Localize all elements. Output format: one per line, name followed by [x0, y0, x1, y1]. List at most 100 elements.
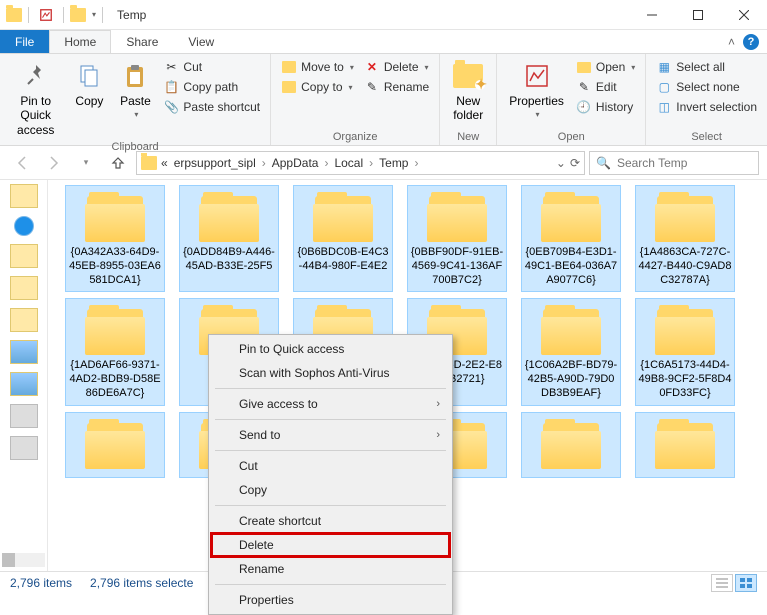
maximize-button[interactable]: [675, 0, 721, 30]
nav-back-button[interactable]: [8, 149, 36, 177]
sidebar-thumb[interactable]: [10, 244, 38, 268]
copy-to-button[interactable]: Copy to▾: [279, 78, 356, 96]
tab-file[interactable]: File: [0, 30, 49, 53]
ctx-cut[interactable]: Cut: [211, 454, 450, 478]
ribbon-group-select: ▦Select all ▢Select none ◫Invert selecti…: [646, 54, 767, 145]
properties-button[interactable]: Properties ▾: [505, 58, 568, 122]
refresh-icon[interactable]: ⟳: [570, 156, 580, 170]
sidebar-thumb[interactable]: [10, 404, 38, 428]
sidebar-thumb[interactable]: [10, 308, 38, 332]
view-icons-button[interactable]: [735, 574, 757, 592]
ribbon-group-open: Properties ▾ Open▾ ✎Edit 🕘History Open: [497, 54, 646, 145]
folder-item[interactable]: {1AD6AF66-9371-4AD2-BDB9-D58E86DE6A7C}: [66, 299, 164, 404]
search-box[interactable]: 🔍: [589, 151, 759, 175]
nav-recent-button[interactable]: ▾: [72, 149, 100, 177]
folder-item[interactable]: {0EB709B4-E3D1-49C1-BE64-036A7A9077C6}: [522, 186, 620, 291]
paste-button[interactable]: Paste ▾: [115, 58, 155, 122]
history-button[interactable]: 🕘History: [574, 98, 637, 116]
tab-share[interactable]: Share: [111, 30, 173, 53]
folder-item[interactable]: {0BBF90DF-91EB-4569-9C41-136AF700B7C2}: [408, 186, 506, 291]
breadcrumb-item[interactable]: Temp: [377, 156, 410, 170]
ribbon-collapse-icon[interactable]: ˄: [728, 35, 735, 49]
folder-item[interactable]: {1C06A2BF-BD79-42B5-A90D-79D0DB3B9EAF}: [522, 299, 620, 404]
ctx-copy[interactable]: Copy: [211, 478, 450, 502]
sidebar-thumb[interactable]: [10, 436, 38, 460]
breadcrumb-prefix[interactable]: «: [159, 156, 170, 170]
folder-icon: [83, 190, 147, 242]
ctx-give-access-to[interactable]: Give access to›: [211, 392, 450, 416]
minimize-button[interactable]: [629, 0, 675, 30]
folder-item[interactable]: {0ADD84B9-A446-45AD-B33E-25F5: [180, 186, 278, 291]
sidebar-thumb[interactable]: [10, 340, 38, 364]
folder-label: {1A4863CA-727C-4427-B440-C9AD8C32787A}: [638, 246, 732, 287]
nav-up-button[interactable]: [104, 149, 132, 177]
nav-sidebar[interactable]: [0, 180, 48, 571]
move-to-icon: [281, 59, 297, 75]
group-label: New: [448, 129, 488, 145]
rename-icon: ✎: [364, 79, 380, 95]
select-none-button[interactable]: ▢Select none: [654, 78, 759, 96]
chevron-right-icon[interactable]: ›: [367, 156, 375, 170]
folder-item[interactable]: {1A4863CA-727C-4427-B440-C9AD8C32787A}: [636, 186, 734, 291]
ctx-send-to[interactable]: Send to›: [211, 423, 450, 447]
ctx-scan-antivirus[interactable]: Scan with Sophos Anti-Virus: [211, 361, 450, 385]
folder-item[interactable]: {0B6BDC0B-E4C3-44B4-980F-E4E2: [294, 186, 392, 291]
pin-to-quick-access-button[interactable]: Pin to Quick access: [8, 58, 63, 139]
chevron-right-icon[interactable]: ›: [260, 156, 268, 170]
edit-button[interactable]: ✎Edit: [574, 78, 637, 96]
qat-newfolder-icon[interactable]: [70, 8, 86, 22]
group-label: Open: [505, 129, 637, 145]
copy-button[interactable]: Copy: [69, 58, 109, 110]
copy-path-button[interactable]: 📋Copy path: [161, 78, 262, 96]
nav-forward-button[interactable]: [40, 149, 68, 177]
folder-item[interactable]: [522, 413, 620, 477]
sidebar-scrollbar[interactable]: [2, 553, 45, 567]
history-icon: 🕘: [576, 99, 592, 115]
ctx-separator: [215, 388, 446, 389]
delete-button[interactable]: ✕Delete▾: [362, 58, 431, 76]
path-dropdown-icon[interactable]: ⌄: [556, 156, 566, 170]
breadcrumb-item[interactable]: Local: [332, 156, 365, 170]
invert-selection-button[interactable]: ◫Invert selection: [654, 98, 759, 116]
view-details-button[interactable]: [711, 574, 733, 592]
ctx-separator: [215, 419, 446, 420]
select-all-button[interactable]: ▦Select all: [654, 58, 759, 76]
ctx-create-shortcut[interactable]: Create shortcut: [211, 509, 450, 533]
tab-home[interactable]: Home: [49, 30, 111, 53]
folder-label: {0BBF90DF-91EB-4569-9C41-136AF700B7C2}: [410, 246, 504, 287]
chevron-right-icon[interactable]: ›: [322, 156, 330, 170]
sidebar-thumb[interactable]: [10, 276, 38, 300]
group-label: Select: [654, 129, 759, 145]
search-input[interactable]: [617, 156, 752, 170]
folder-item[interactable]: {1C6A5173-44D4-49B8-9CF2-5F8D40FD33FC}: [636, 299, 734, 404]
ctx-pin-to-quick-access[interactable]: Pin to Quick access: [211, 337, 450, 361]
ctx-rename[interactable]: Rename: [211, 557, 450, 581]
folder-item[interactable]: {0A342A33-64D9-45EB-8955-03EA6581DCA1}: [66, 186, 164, 291]
breadcrumb-bar[interactable]: « erpsupport_sipl › AppData › Local › Te…: [136, 151, 585, 175]
cut-button[interactable]: ✂Cut: [161, 58, 262, 76]
folder-item[interactable]: [66, 413, 164, 477]
invert-icon: ◫: [656, 99, 672, 115]
sidebar-thumb[interactable]: [10, 372, 38, 396]
open-button[interactable]: Open▾: [574, 58, 637, 76]
breadcrumb-item[interactable]: erpsupport_sipl: [172, 156, 258, 170]
chevron-right-icon[interactable]: ›: [412, 156, 420, 170]
folder-icon: [83, 417, 147, 469]
close-button[interactable]: [721, 0, 767, 30]
rename-button[interactable]: ✎Rename: [362, 78, 431, 96]
tab-view[interactable]: View: [173, 30, 229, 53]
group-label: Organize: [279, 129, 431, 145]
folder-item[interactable]: [636, 413, 734, 477]
paste-shortcut-button[interactable]: 📎Paste shortcut: [161, 98, 262, 116]
qat-properties-icon[interactable]: [35, 4, 57, 26]
new-folder-button[interactable]: ✦ New folder: [448, 58, 488, 125]
sidebar-thumb[interactable]: [10, 184, 38, 208]
help-icon[interactable]: ?: [743, 34, 759, 50]
paste-shortcut-icon: 📎: [163, 99, 179, 115]
sidebar-thumb[interactable]: [14, 216, 34, 236]
ctx-properties[interactable]: Properties: [211, 588, 450, 612]
breadcrumb-item[interactable]: AppData: [270, 156, 321, 170]
move-to-button[interactable]: Move to▾: [279, 58, 356, 76]
folder-icon: [539, 303, 603, 355]
ctx-delete[interactable]: Delete: [211, 533, 450, 557]
